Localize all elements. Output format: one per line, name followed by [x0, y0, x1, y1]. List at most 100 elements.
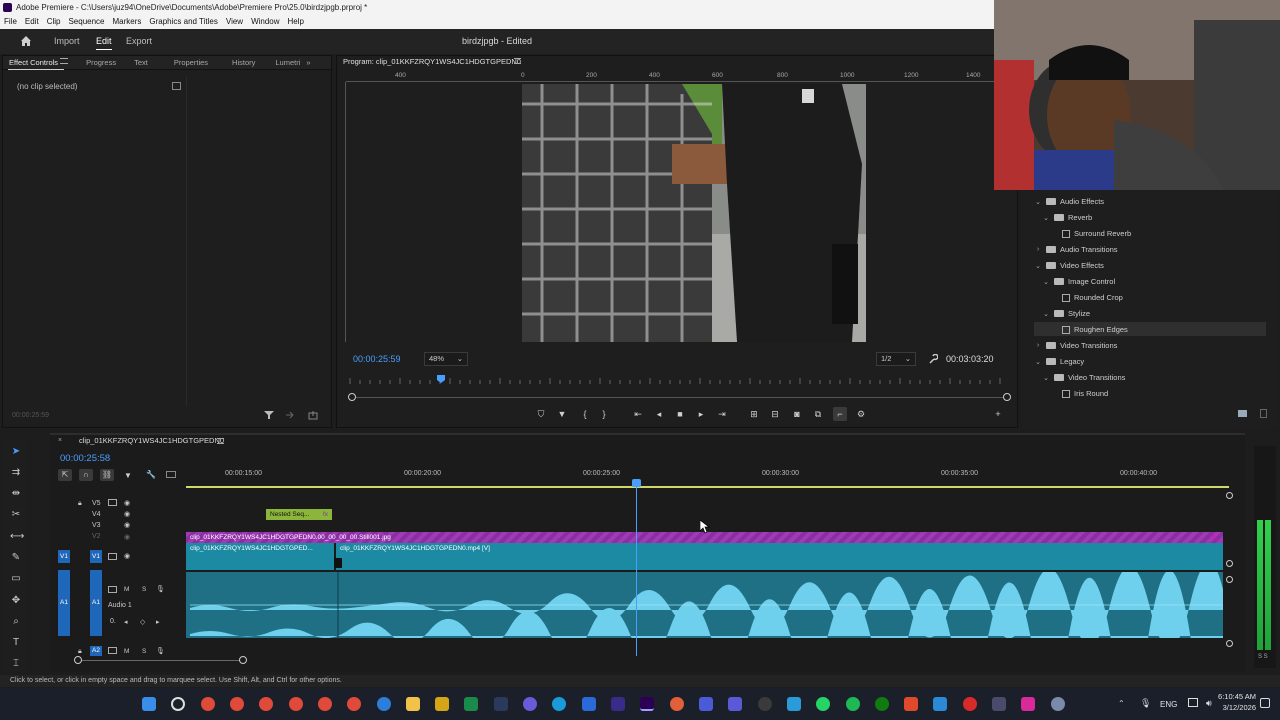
timeline-ruler[interactable]: 00:00:15:00 00:00:20:00 00:00:25:00 00:0…: [184, 468, 1229, 488]
settings-icon[interactable]: [1051, 697, 1065, 711]
timeline-zoom-scrollbar[interactable]: [78, 660, 244, 661]
razor-tool-icon[interactable]: ✂: [10, 509, 22, 521]
menu-help[interactable]: Help: [288, 15, 304, 29]
step-forward-icon[interactable]: ▸: [694, 407, 708, 421]
menu-edit[interactable]: Edit: [25, 15, 39, 29]
timeline-wrench-icon[interactable]: 🔧: [146, 470, 156, 479]
effects-item[interactable]: ⌄ Video Effects: [1034, 261, 1104, 270]
edge-icon[interactable]: [552, 697, 566, 711]
search-icon[interactable]: [171, 697, 185, 711]
mark-out-icon[interactable]: }: [597, 407, 611, 421]
wrench-icon[interactable]: [928, 354, 938, 364]
app-icon[interactable]: [377, 697, 391, 711]
rectangle-tool-icon[interactable]: ▭: [10, 573, 22, 585]
source-patch-a1[interactable]: A1: [58, 570, 70, 636]
video-clip[interactable]: clip_01KKFZRQY1WS4JC1HDGTGPED...: [186, 543, 334, 570]
snap-icon[interactable]: ∩: [79, 469, 93, 481]
text-select-tool-icon[interactable]: ⌶: [10, 658, 22, 670]
work-area-bar[interactable]: [186, 486, 1229, 488]
chrome-icon[interactable]: [318, 697, 332, 711]
toggle-sync-lock-icon[interactable]: [108, 553, 117, 560]
ripple-edit-tool-icon[interactable]: ⇹: [10, 488, 22, 500]
lock-icon[interactable]: 🔒︎: [78, 500, 82, 508]
comparison-view-icon[interactable]: ⧉: [811, 407, 825, 421]
track-target-a2[interactable]: A2: [90, 646, 102, 656]
app-icon[interactable]: [787, 697, 801, 711]
next-keyframe-icon[interactable]: ▸: [156, 618, 160, 626]
hand-tool-icon[interactable]: ✥: [10, 595, 22, 607]
sequence-tab[interactable]: clip_01KKFZRQY1WS4JC1HDGTGPEDN0: [79, 436, 224, 445]
panel-menu-icon[interactable]: [60, 58, 68, 64]
program-current-timecode[interactable]: 00:00:25:59: [353, 354, 401, 364]
menu-view[interactable]: View: [226, 15, 243, 29]
filter-icon[interactable]: [264, 410, 274, 420]
nested-sequence-clip[interactable]: Nested Seq... fx: [266, 509, 332, 520]
effects-item[interactable]: › Audio Transitions: [1034, 245, 1118, 254]
steam-icon[interactable]: [494, 697, 508, 711]
track-height-handle[interactable]: [1226, 576, 1233, 583]
premiere-pro-icon[interactable]: [640, 697, 654, 711]
mark-in-icon[interactable]: {: [578, 407, 592, 421]
tab-history[interactable]: History: [214, 58, 261, 67]
toggle-timeline-icon[interactable]: [172, 82, 181, 90]
mute-button[interactable]: M: [124, 648, 129, 655]
menu-file[interactable]: File: [4, 15, 17, 29]
program-time-ruler[interactable]: [348, 374, 1010, 386]
stop-icon[interactable]: ■: [673, 407, 687, 421]
spotify-icon[interactable]: [846, 697, 860, 711]
effects-item[interactable]: ⌄ Reverb: [1042, 213, 1092, 222]
chrome-icon[interactable]: [230, 697, 244, 711]
new-bin-icon[interactable]: [1238, 410, 1247, 417]
menu-clip[interactable]: Clip: [47, 15, 61, 29]
effects-item-selected[interactable]: Roughen Edges: [1062, 325, 1128, 334]
menu-graphics[interactable]: Graphics and Titles: [149, 15, 217, 29]
effects-item[interactable]: Rounded Crop: [1062, 293, 1123, 302]
playhead-handle[interactable]: [632, 479, 641, 487]
whatsapp-icon[interactable]: [816, 697, 830, 711]
add-keyframe-icon[interactable]: ◇: [140, 618, 145, 626]
eye-icon[interactable]: ◉: [124, 552, 130, 560]
more-tabs-icon[interactable]: »: [306, 58, 316, 67]
mute-button[interactable]: M: [124, 586, 129, 593]
toggle-sync-lock-icon[interactable]: [108, 647, 117, 654]
linked-selection-icon[interactable]: ⛓: [100, 469, 114, 481]
close-sequence-icon[interactable]: ×: [58, 437, 64, 444]
export-frame-icon[interactable]: ◙: [790, 407, 804, 421]
discord-icon[interactable]: [523, 697, 537, 711]
pen-tool-icon[interactable]: ✎: [10, 552, 22, 564]
microphone-tray-icon[interactable]: 🎙︎: [1140, 698, 1151, 709]
menu-sequence[interactable]: Sequence: [68, 15, 104, 29]
insert-icon[interactable]: ⊞: [747, 407, 761, 421]
app-icon[interactable]: [963, 697, 977, 711]
step-back-icon[interactable]: ◂: [652, 407, 666, 421]
app-icon[interactable]: [464, 697, 478, 711]
type-tool-icon[interactable]: T: [10, 637, 22, 649]
overwrite-icon[interactable]: ⊟: [768, 407, 782, 421]
chrome-icon[interactable]: [201, 697, 215, 711]
windows-start-icon[interactable]: [142, 697, 156, 711]
go-to-in-icon[interactable]: ⇤: [631, 407, 645, 421]
tab-text[interactable]: Text: [122, 58, 154, 67]
eye-icon[interactable]: ◉: [124, 510, 130, 518]
nest-sequence-icon[interactable]: ⇱: [58, 469, 72, 481]
go-to-out-icon[interactable]: ⇥: [715, 407, 729, 421]
program-video-frame[interactable]: [522, 84, 866, 342]
chevron-up-icon[interactable]: ⌃: [1118, 699, 1125, 708]
effects-item[interactable]: ⌄ Audio Effects: [1034, 197, 1104, 206]
toggle-sync-lock-icon[interactable]: [108, 586, 117, 593]
video-clip[interactable]: clip_01KKFZRQY1WS4JC1HDGTGPEDN0.mp4 [V]: [336, 543, 1223, 570]
safe-margins-icon[interactable]: ⌐: [833, 407, 847, 421]
lift-icon[interactable]: ⛉: [534, 407, 548, 421]
app-icon[interactable]: [992, 697, 1006, 711]
chrome-icon[interactable]: [289, 697, 303, 711]
program-playhead-icon[interactable]: [437, 375, 445, 383]
selection-tool-icon[interactable]: ➤: [10, 446, 22, 458]
export-icon[interactable]: [308, 410, 318, 420]
teams-icon[interactable]: [728, 697, 742, 711]
effects-item[interactable]: ⌄ Video Transitions: [1042, 373, 1125, 382]
zoom-scroll-left-handle[interactable]: [74, 656, 82, 664]
xbox-icon[interactable]: [875, 697, 889, 711]
track-target-a1[interactable]: A1: [90, 570, 102, 636]
effects-item[interactable]: Iris Round: [1062, 389, 1108, 398]
zoom-scrollbar[interactable]: [352, 397, 1007, 398]
